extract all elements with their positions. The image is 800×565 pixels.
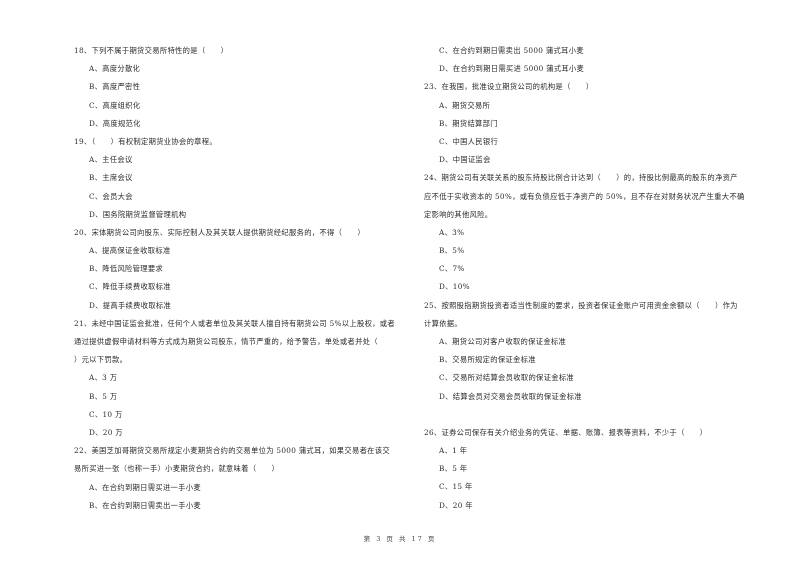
option-a: A、期货公司对客户收取的保证金标准: [439, 337, 567, 346]
option-b: B、在合约到期日需卖出一手小麦: [89, 500, 202, 510]
option-a: A、1 年: [439, 445, 468, 455]
option-c: C、在合约到期日需卖出 5000 蒲式耳小麦: [439, 46, 584, 55]
option-c: C、中国人民银行: [439, 136, 499, 146]
question-stem: 26、证券公司保存有关介绍业务的凭证、单据、账簿、报表等资料，不少于（ ）: [424, 427, 708, 437]
question-stem: 19、（ ）有权制定期货业协会的章程。: [74, 136, 217, 146]
option-c: C、7%: [439, 264, 465, 274]
option-d: D、20 万: [89, 427, 123, 437]
option-d: D、20 年: [439, 500, 473, 510]
right-column: C、在合约到期日需卖出 5000 蒲式耳小麦 D、在合约到期日需买进 5000 …: [424, 42, 774, 515]
option-d: D、结算会员对交易会员收取的保证金标准: [439, 391, 582, 401]
option-d: D、中国证监会: [439, 155, 491, 165]
page-number-footer: 第 3 页 共 17 页: [363, 535, 437, 543]
option-a: A、高度分散化: [89, 64, 141, 74]
question-stem: 20、宋体期货公司向股东、实际控制人及其关联人提供期货经纪服务的，不得（ ）: [74, 227, 365, 237]
option-b: B、5%: [439, 246, 465, 256]
option-a: A、3%: [439, 227, 465, 237]
option-b: B、高度严密性: [89, 82, 141, 92]
question-18: 18、下列不属于期货交易所特性的是（ ） A、高度分散化 B、高度严密性 C、高…: [74, 42, 424, 133]
option-a: A、主任会议: [89, 155, 133, 165]
exam-page: 18、下列不属于期货交易所特性的是（ ） A、高度分散化 B、高度严密性 C、高…: [0, 0, 800, 565]
question-stem-line-1: 24、期货公司有关联关系的股东持股比例合计达到（ ）的，持股比例最高的股东的净资…: [424, 173, 738, 183]
question-stem-line-2: 易所买进一张（也称一手）小麦期货合约，就意味着（ ）: [74, 464, 280, 474]
question-21: 21、未经中国证监会批准，任何个人或者单位及其关联人擅自持有期货公司 5%以上股…: [74, 315, 424, 442]
option-b: B、交易所规定的保证金标准: [439, 355, 536, 365]
question-stem-line-1: 25、按照股指期货投资者适当性制度的要求，投资者保证金账户可用资金余额以（ ）作…: [424, 300, 738, 310]
option-d: D、提高手续费收取标准: [89, 300, 172, 310]
question-stem-line-2: 应不低于实收资本的 50%，或有负债应低于净资产的 50%，且不存在对财务状况产…: [424, 191, 745, 201]
question-stem: 18、下列不属于期货交易所特性的是（ ）: [74, 46, 229, 55]
option-c: C、10 万: [89, 409, 123, 419]
option-c: C、15 年: [439, 482, 473, 492]
option-c: C、高度组织化: [89, 100, 141, 110]
option-b: B、主席会议: [89, 173, 133, 183]
option-b: B、期货结算部门: [439, 118, 498, 128]
option-c: C、交易所对结算会员收取的保证金标准: [439, 373, 575, 383]
option-d: D、在合约到期日需买进 5000 蒲式耳小麦: [439, 64, 585, 74]
option-d: D、高度规范化: [89, 118, 141, 128]
option-d: D、国务院期货监督管理机构: [89, 209, 187, 219]
question-19: 19、（ ）有权制定期货业协会的章程。 A、主任会议 B、主席会议 C、会员大会…: [74, 133, 424, 224]
question-stem-line-2: 通过提供虚假申请材料等方式成为期货公司股东，情节严重的，给予警告，单处或者并处（: [74, 337, 378, 346]
question-20: 20、宋体期货公司向股东、实际控制人及其关联人提供期货经纪服务的，不得（ ） A…: [74, 224, 424, 315]
question-stem-line-3: 定影响的其他风险。: [424, 209, 493, 219]
option-a: A、提高保证金收取标准: [89, 246, 171, 256]
option-a: A、期货交易所: [439, 100, 491, 110]
question-22-continued: C、在合约到期日需卖出 5000 蒲式耳小麦 D、在合约到期日需买进 5000 …: [424, 42, 774, 78]
option-d: D、10%: [439, 282, 470, 292]
question-stem-line-1: 21、未经中国证监会批准，任何个人或者单位及其关联人擅自持有期货公司 5%以上股…: [74, 318, 395, 328]
question-24: 24、期货公司有关联关系的股东持股比例合计达到（ ）的，持股比例最高的股东的净资…: [424, 169, 774, 296]
question-stem-line-2: 计算依据。: [424, 318, 462, 328]
option-b: B、5 年: [439, 464, 468, 474]
option-b: B、降低风险管理要求: [89, 264, 164, 274]
question-stem-line-1: 22、美国芝加哥期货交易所规定小麦期货合约的交易单位为 5000 蒲式耳，如果交…: [74, 446, 390, 456]
option-c: C、会员大会: [89, 191, 133, 201]
option-c: C、降低手续费收取标准: [89, 282, 171, 292]
option-b: B、5 万: [89, 391, 118, 401]
option-a: A、在合约到期日需买进一手小麦: [89, 482, 201, 492]
question-stem-line-3: ）元以下罚款。: [74, 355, 128, 365]
question-22: 22、美国芝加哥期货交易所规定小麦期货合约的交易单位为 5000 蒲式耳，如果交…: [74, 442, 424, 515]
option-a: A、3 万: [89, 373, 118, 383]
question-23: 23、在我国，批准设立期货公司的机构是（ ） A、期货交易所 B、期货结算部门 …: [424, 78, 774, 169]
question-stem: 23、在我国，批准设立期货公司的机构是（ ）: [424, 82, 594, 92]
question-25: 25、按照股指期货投资者适当性制度的要求，投资者保证金账户可用资金余额以（ ）作…: [424, 297, 774, 406]
question-26: 26、证券公司保存有关介绍业务的凭证、单据、账簿、报表等资料，不少于（ ） A、…: [424, 424, 774, 515]
left-column: 18、下列不属于期货交易所特性的是（ ） A、高度分散化 B、高度严密性 C、高…: [74, 42, 424, 515]
